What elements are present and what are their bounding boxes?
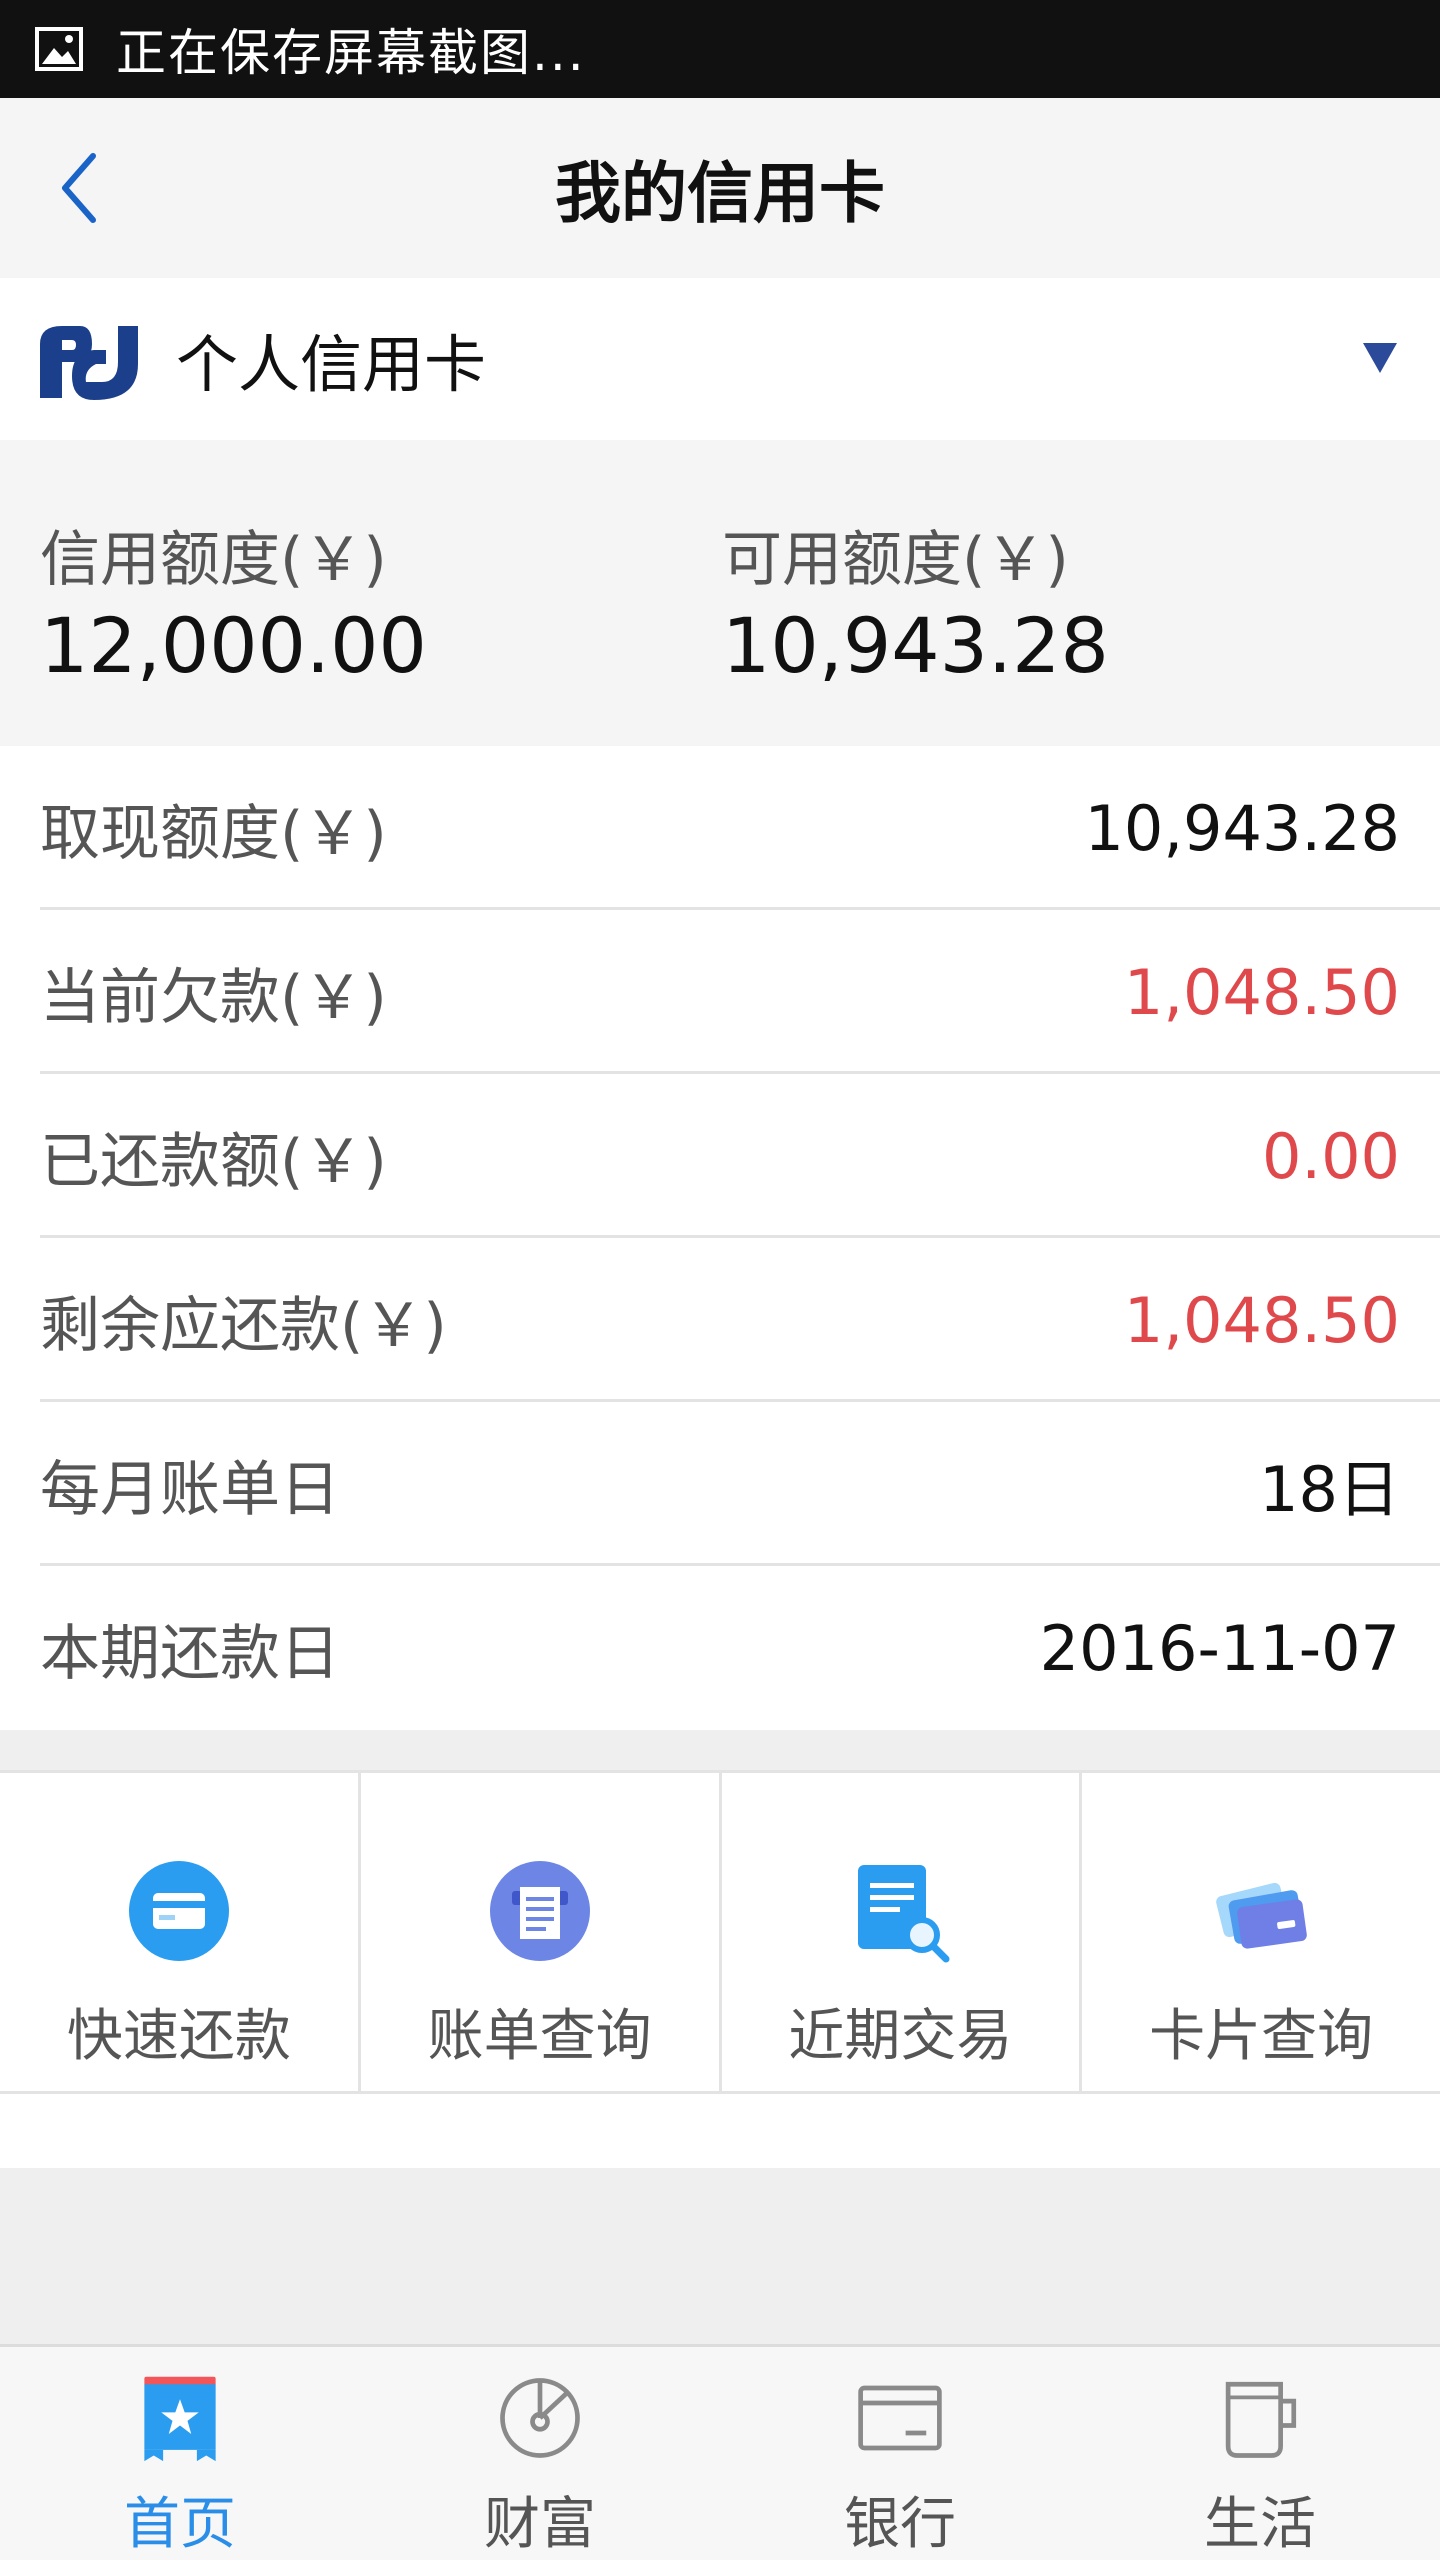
bank-card-icon <box>858 2385 942 2451</box>
card-dropdown-button[interactable] <box>1350 328 1410 388</box>
detail-row-repaid: 已还款额(￥) 0.00 <box>0 1074 1440 1238</box>
available-limit-label: 可用额度(￥) <box>722 525 1069 595</box>
document-search-icon <box>858 1865 950 1963</box>
detail-row-cash-limit: 取现额度(￥) 10,943.28 <box>0 746 1440 910</box>
quick-repay-button[interactable]: 快速还款 <box>0 1773 361 2091</box>
detail-value: 0.00 <box>1261 1119 1400 1193</box>
tab-bar: 首页 财富 银行 生活 <box>0 2344 1440 2560</box>
detail-label: 当前欠款(￥) <box>40 962 387 1033</box>
nav-bar: 我的信用卡 <box>0 98 1440 278</box>
credit-limit-label: 信用额度(￥) <box>40 525 387 595</box>
tab-label: 生活 <box>1204 2492 1316 2557</box>
action-label: 账单查询 <box>427 2004 652 2069</box>
tab-label: 银行 <box>844 2492 956 2557</box>
image-icon <box>35 27 83 71</box>
tab-life[interactable]: 生活 <box>1080 2347 1440 2560</box>
action-label: 卡片查询 <box>1149 2004 1374 2069</box>
card-selector[interactable]: 个人信用卡 <box>0 278 1440 440</box>
content-spacer <box>0 2094 1440 2168</box>
card-query-button[interactable]: 卡片查询 <box>1082 1773 1440 2091</box>
status-text: 正在保存屏幕截图... <box>116 24 586 82</box>
tab-bank[interactable]: 银行 <box>720 2347 1080 2560</box>
tab-label: 财富 <box>484 2492 596 2557</box>
tab-home[interactable]: 首页 <box>0 2347 360 2560</box>
cards-stack-icon <box>1216 1882 1307 1949</box>
action-label: 近期交易 <box>788 2004 1013 2069</box>
detail-value: 2016-11-07 <box>1039 1611 1400 1685</box>
detail-value: 18日 <box>1259 1453 1400 1526</box>
tab-wealth[interactable]: 财富 <box>360 2347 720 2560</box>
recent-transactions-button[interactable]: 近期交易 <box>722 1773 1083 2091</box>
bank-logo <box>40 326 138 400</box>
detail-value: 1,048.50 <box>1123 955 1400 1029</box>
detail-label: 已还款额(￥) <box>40 1126 387 1197</box>
credit-limit-value: 12,000.00 <box>40 601 427 690</box>
quick-actions: 快速还款 账单查询 近期交易 卡片查询 <box>0 1770 1440 2094</box>
credit-summary: 信用额度(￥) 12,000.00 可用额度(￥) 10,943.28 <box>0 440 1440 746</box>
detail-row-due-date: 本期还款日 2016-11-07 <box>0 1566 1440 1730</box>
detail-row-remaining: 剩余应还款(￥) 1,048.50 <box>0 1238 1440 1402</box>
detail-label: 剩余应还款(￥) <box>40 1290 447 1361</box>
wealth-pie-icon <box>500 2378 580 2458</box>
detail-row-current-debt: 当前欠款(￥) 1,048.50 <box>0 910 1440 1074</box>
detail-value: 1,048.50 <box>1123 1283 1400 1357</box>
available-limit-value: 10,943.28 <box>722 601 1109 690</box>
details-list: 取现额度(￥) 10,943.28 当前欠款(￥) 1,048.50 已还款额(… <box>0 746 1440 1730</box>
detail-label: 取现额度(￥) <box>40 798 387 869</box>
detail-row-statement-day: 每月账单日 18日 <box>0 1402 1440 1566</box>
status-bar: 正在保存屏幕截图... <box>0 0 1440 98</box>
cup-icon <box>1225 2381 1297 2458</box>
tab-label: 首页 <box>124 2492 236 2557</box>
credit-limit-block: 信用额度(￥) 12,000.00 <box>40 524 427 692</box>
action-label: 快速还款 <box>66 2004 291 2069</box>
available-limit-block: 可用额度(￥) 10,943.28 <box>722 524 1109 692</box>
bill-circle-icon <box>489 1861 590 1961</box>
card-name: 个人信用卡 <box>176 328 487 401</box>
detail-label: 每月账单日 <box>40 1454 340 1525</box>
detail-label: 本期还款日 <box>40 1618 340 1689</box>
triangle-down-icon <box>1363 343 1397 373</box>
home-star-icon <box>144 2376 216 2462</box>
page-title: 我的信用卡 <box>555 155 885 232</box>
bill-query-button[interactable]: 账单查询 <box>361 1773 722 2091</box>
detail-value: 10,943.28 <box>1084 791 1400 865</box>
card-circle-icon <box>128 1861 229 1961</box>
